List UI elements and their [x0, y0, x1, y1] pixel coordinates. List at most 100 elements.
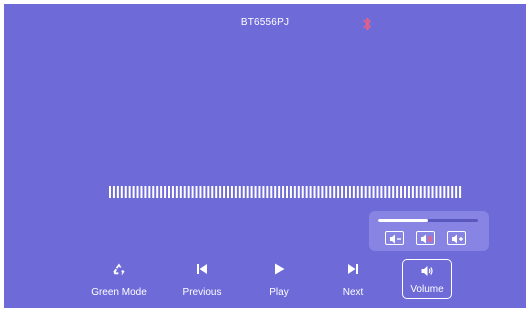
skip-previous-icon [197, 264, 207, 274]
volume-label: Volume [410, 284, 444, 295]
progress-tick [274, 186, 277, 198]
progress-tick [168, 186, 170, 198]
progress-tick [345, 186, 347, 198]
progress-tick [156, 186, 159, 198]
progress-tick [380, 186, 383, 198]
progress-tick [246, 186, 249, 198]
progress-tick [356, 186, 359, 198]
volume-down-icon [390, 234, 401, 244]
progress-tick [183, 186, 186, 198]
progress-tick [124, 186, 127, 198]
progress-tick [266, 186, 269, 198]
progress-tick [364, 186, 367, 198]
progress-tick [262, 186, 265, 198]
progress-tick [132, 186, 135, 198]
speaker-icon [421, 266, 433, 276]
progress-tick [325, 186, 328, 198]
progress-tick [175, 186, 178, 198]
volume-up-button[interactable] [447, 231, 466, 245]
volume-mute-button[interactable] [416, 231, 435, 245]
progress-tick [368, 186, 371, 198]
volume-panel [369, 211, 489, 251]
progress-tick [360, 186, 363, 198]
progress-tick [329, 186, 332, 198]
progress-tick [160, 186, 163, 198]
progress-tick [297, 186, 300, 198]
play-button[interactable]: Play [244, 260, 314, 306]
progress-tick [372, 186, 375, 198]
volume-slider[interactable] [378, 219, 478, 222]
progress-tick [179, 186, 182, 198]
progress-tick [116, 186, 119, 198]
progress-tick [164, 186, 167, 198]
green-mode-label: Green Mode [91, 287, 147, 298]
next-button[interactable]: Next [318, 260, 388, 306]
volume-mute-icon [421, 234, 433, 244]
progress-tick [286, 186, 288, 198]
progress-tick [242, 186, 245, 198]
volume-down-button[interactable] [385, 231, 404, 245]
progress-tick [128, 186, 131, 198]
progress-tick [293, 186, 296, 198]
progress-tick [112, 186, 115, 198]
device-name: BT6556PJ [240, 17, 290, 28]
progress-tick [250, 186, 253, 198]
skip-next-icon [348, 264, 358, 274]
play-icon [275, 263, 285, 275]
progress-tick [309, 186, 312, 198]
progress-tick [313, 186, 316, 198]
volume-up-icon [452, 234, 463, 244]
progress-tick [451, 186, 454, 198]
progress-tick [431, 186, 434, 198]
play-label: Play [269, 287, 289, 298]
progress-tick [148, 186, 151, 198]
volume-button[interactable]: Volume [402, 259, 452, 299]
previous-button[interactable]: Previous [167, 260, 237, 306]
progress-tick [392, 186, 395, 198]
progress-tick [305, 186, 308, 198]
progress-tick [419, 186, 422, 198]
previous-label: Previous [182, 287, 222, 298]
progress-tick [254, 186, 257, 198]
progress-tick [317, 186, 320, 198]
next-label: Next [342, 287, 364, 298]
progress-tick [187, 186, 190, 198]
progress-tick [219, 186, 222, 198]
green-mode-button[interactable]: Green Mode [84, 260, 154, 306]
recycle-icon [113, 263, 125, 275]
progress-tick [439, 186, 442, 198]
progress-tick [301, 186, 304, 198]
progress-tick [230, 186, 233, 198]
progress-tick [376, 186, 379, 198]
progress-tick [388, 186, 391, 198]
progress-tick [144, 186, 147, 198]
progress-tick [459, 186, 462, 198]
progress-tick [384, 186, 387, 198]
progress-tick [238, 186, 241, 198]
progress-tick [152, 186, 155, 198]
progress-tick [447, 186, 450, 198]
bluetooth-icon [363, 17, 371, 31]
progress-tick [191, 186, 194, 198]
progress-tick [415, 186, 418, 198]
progress-tick [136, 186, 139, 198]
progress-tick [195, 186, 198, 198]
progress-tick [289, 186, 292, 198]
progress-tick [203, 186, 206, 198]
progress-tick [404, 186, 406, 198]
progress-tick [227, 186, 229, 198]
progress-tick [120, 186, 123, 198]
progress-tick [199, 186, 202, 198]
progress-bar[interactable] [109, 186, 463, 198]
progress-tick [427, 186, 430, 198]
progress-tick [411, 186, 414, 198]
progress-tick [435, 186, 438, 198]
progress-tick [140, 186, 143, 198]
progress-tick [258, 186, 261, 198]
progress-tick [171, 186, 174, 198]
player-screen: BT6556PJ Green Mode Previous Play Next V… [4, 4, 526, 308]
progress-tick [400, 186, 403, 198]
progress-tick [348, 186, 351, 198]
progress-tick [407, 186, 410, 198]
progress-tick [321, 186, 324, 198]
